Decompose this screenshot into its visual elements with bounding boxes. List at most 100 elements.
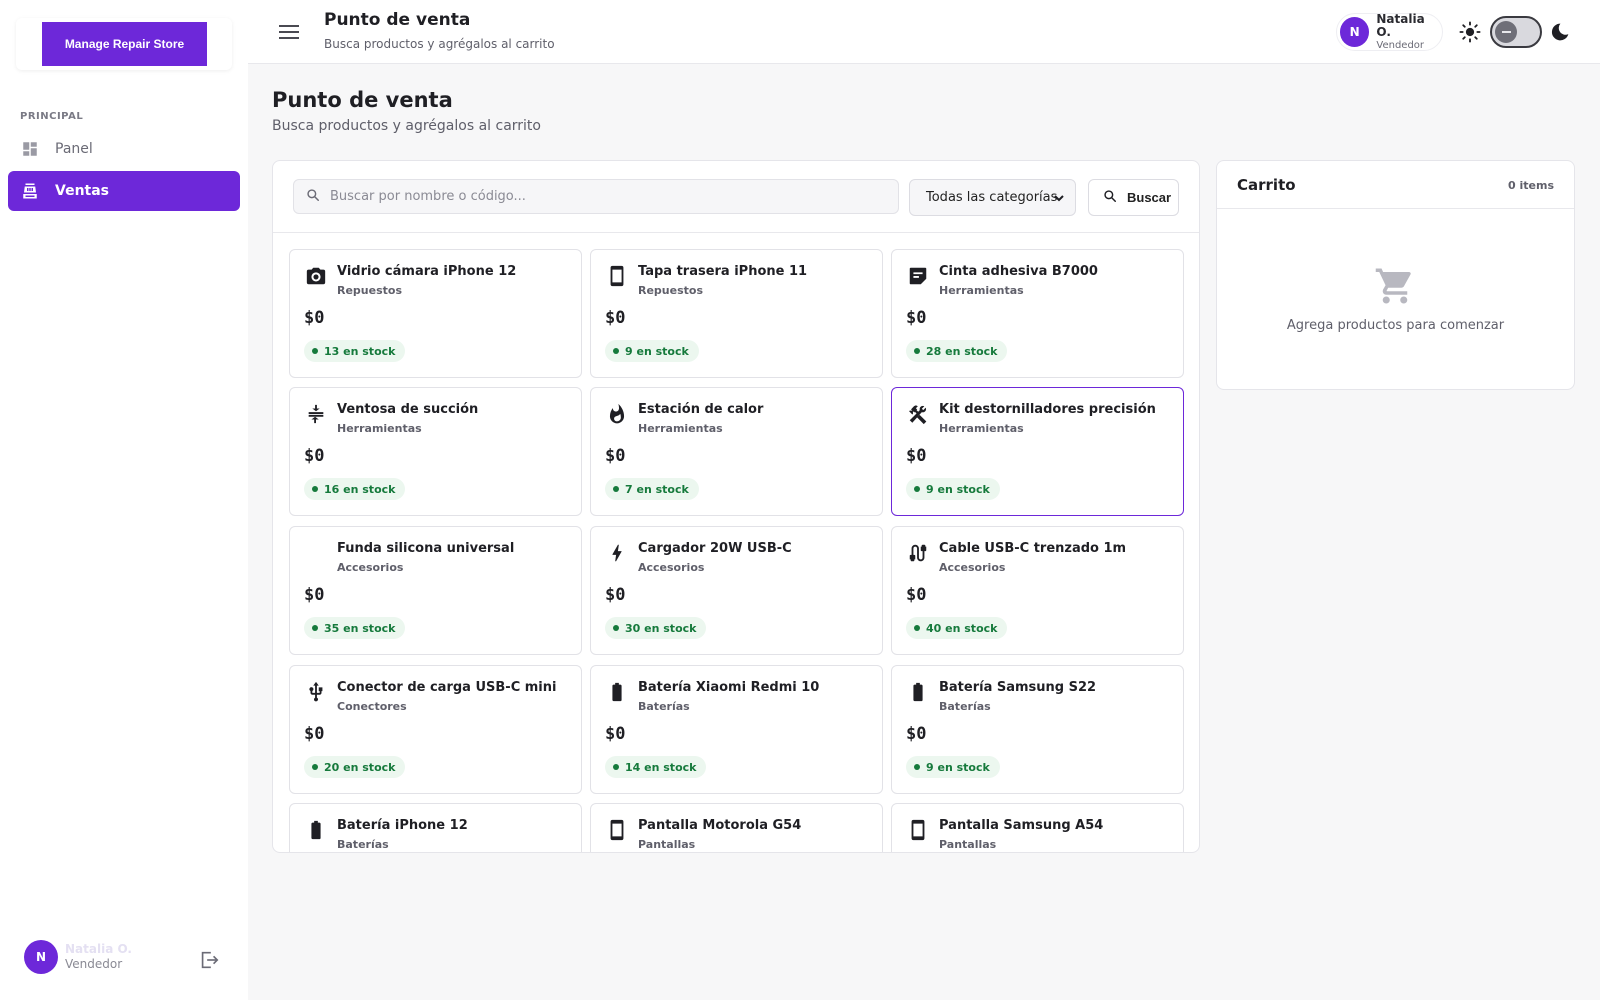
search-button[interactable]: Buscar bbox=[1088, 179, 1179, 216]
product-category: Accesorios bbox=[337, 561, 404, 574]
product-name: Estación de calor bbox=[638, 402, 764, 417]
product-card[interactable]: Cargador 20W USB-C Accesorios $0 30 en s… bbox=[590, 526, 883, 655]
stock-badge: 7 en stock bbox=[605, 478, 699, 500]
battery-icon bbox=[906, 680, 930, 704]
top-header: Punto de venta Busca productos y agrégal… bbox=[248, 0, 1600, 64]
product-price: $0 bbox=[906, 585, 927, 605]
cart-title: Carrito bbox=[1237, 176, 1296, 194]
product-category: Accesorios bbox=[939, 561, 1006, 574]
header-subtitle: Busca productos y agrégalos al carrito bbox=[324, 37, 555, 51]
user-name: Natalia O. bbox=[1376, 11, 1425, 39]
search-row: Todas las categorías Buscar bbox=[273, 161, 1199, 233]
usb-icon bbox=[304, 680, 328, 704]
stock-text: 14 en stock bbox=[625, 760, 697, 774]
stock-badge: 16 en stock bbox=[304, 478, 406, 500]
stock-badge: 40 en stock bbox=[906, 617, 1008, 639]
product-price: $0 bbox=[605, 585, 626, 605]
product-category: Herramientas bbox=[638, 422, 723, 435]
stock-text: 7 en stock bbox=[625, 482, 689, 496]
product-category: Baterías bbox=[939, 700, 991, 713]
register-icon bbox=[21, 182, 39, 200]
products-panel: Todas las categorías Buscar Vidrio cámar… bbox=[272, 160, 1200, 853]
product-card[interactable]: Pantalla Motorola G54 Pantallas bbox=[590, 803, 883, 852]
stock-text: 9 en stock bbox=[926, 760, 990, 774]
product-category: Baterías bbox=[337, 838, 389, 851]
stock-badge: 30 en stock bbox=[605, 617, 707, 639]
product-card[interactable]: Batería Samsung S22 Baterías $0 9 en sto… bbox=[891, 665, 1184, 794]
sidebar-item-ventas[interactable]: Ventas bbox=[8, 171, 240, 211]
brand-button[interactable]: Manage Repair Store bbox=[42, 22, 207, 66]
search-box[interactable] bbox=[293, 179, 899, 214]
logout-icon[interactable] bbox=[198, 949, 220, 971]
product-card[interactable]: Tapa trasera iPhone 11 Repuestos $0 9 en… bbox=[590, 249, 883, 378]
search-input[interactable] bbox=[330, 189, 890, 204]
stock-text: 13 en stock bbox=[324, 344, 396, 358]
product-category: Repuestos bbox=[638, 284, 704, 297]
sidebar-item-label: Ventas bbox=[55, 183, 110, 199]
menu-icon[interactable] bbox=[278, 22, 300, 42]
product-category: Accesorios bbox=[638, 561, 705, 574]
user-role: Vendedor bbox=[1376, 39, 1425, 51]
product-category: Herramientas bbox=[337, 422, 422, 435]
stock-text: 9 en stock bbox=[625, 344, 689, 358]
compress-icon bbox=[304, 402, 328, 426]
stock-text: 28 en stock bbox=[926, 344, 998, 358]
product-price: $0 bbox=[304, 585, 325, 605]
stock-text: 20 en stock bbox=[324, 760, 396, 774]
avatar: N bbox=[24, 940, 58, 974]
product-card[interactable]: Batería iPhone 12 Baterías bbox=[289, 803, 582, 852]
stock-badge: 9 en stock bbox=[906, 478, 1000, 500]
product-name: Cargador 20W USB-C bbox=[638, 541, 792, 556]
product-card[interactable]: Vidrio cámara iPhone 12 Repuestos $0 13 … bbox=[289, 249, 582, 378]
product-category: Herramientas bbox=[939, 422, 1024, 435]
product-card[interactable]: Ventosa de succión Herramientas $0 16 en… bbox=[289, 387, 582, 516]
product-card[interactable]: Batería Xiaomi Redmi 10 Baterías $0 14 e… bbox=[590, 665, 883, 794]
product-card-selected[interactable]: Kit destornilladores precisión Herramien… bbox=[891, 387, 1184, 516]
sidebar: Manage Repair Store PRINCIPAL Panel Vent… bbox=[0, 0, 248, 1000]
product-name: Batería Samsung S22 bbox=[939, 680, 1097, 695]
avatar: N bbox=[1340, 17, 1370, 47]
stock-badge: 13 en stock bbox=[304, 340, 406, 362]
bolt-icon bbox=[605, 541, 629, 565]
cart-empty-message: Agrega productos para comenzar bbox=[1286, 318, 1505, 333]
cart-count: 0 items bbox=[1508, 179, 1554, 192]
stock-badge: 35 en stock bbox=[304, 617, 406, 639]
stock-text: 40 en stock bbox=[926, 621, 998, 635]
product-card[interactable]: Pantalla Samsung A54 Pantallas bbox=[891, 803, 1184, 852]
sidebar-user: N Natalia O. Vendedor bbox=[24, 940, 132, 974]
camera-icon bbox=[304, 264, 328, 288]
chevron-down-icon bbox=[1053, 192, 1065, 208]
product-name: Cinta adhesiva B7000 bbox=[939, 264, 1098, 279]
user-chip[interactable]: N Natalia O. Vendedor bbox=[1336, 11, 1443, 51]
shopping-cart-icon bbox=[1374, 265, 1416, 307]
theme-toggle[interactable] bbox=[1490, 16, 1542, 48]
product-card[interactable]: Conector de carga USB-C mini Conectores … bbox=[289, 665, 582, 794]
sidebar-item-label: Panel bbox=[55, 141, 93, 157]
cart-header: Carrito 0 items bbox=[1217, 161, 1574, 209]
product-category: Pantallas bbox=[939, 838, 997, 851]
product-name: Tapa trasera iPhone 11 bbox=[638, 264, 808, 279]
product-card[interactable]: Cinta adhesiva B7000 Herramientas $0 28 … bbox=[891, 249, 1184, 378]
product-category: Conectores bbox=[337, 700, 407, 713]
product-card[interactable]: Funda silicona universal Accesorios $0 3… bbox=[289, 526, 582, 655]
user-role: Vendedor bbox=[65, 957, 123, 971]
search-button-label: Buscar bbox=[1127, 190, 1172, 205]
header-title: Punto de venta bbox=[324, 10, 471, 30]
product-price: $0 bbox=[605, 446, 626, 466]
stock-text: 30 en stock bbox=[625, 621, 697, 635]
battery-icon bbox=[304, 818, 328, 842]
product-price: $0 bbox=[304, 724, 325, 744]
sidebar-item-panel[interactable]: Panel bbox=[8, 129, 240, 169]
product-price: $0 bbox=[304, 308, 325, 328]
category-select[interactable]: Todas las categorías bbox=[909, 179, 1076, 216]
product-category: Baterías bbox=[638, 700, 690, 713]
user-name: Natalia O. bbox=[65, 942, 132, 956]
sticky-note-icon bbox=[906, 264, 930, 288]
category-select-value: Todas las categorías bbox=[926, 190, 1058, 205]
product-card[interactable]: Estación de calor Herramientas $0 7 en s… bbox=[590, 387, 883, 516]
product-category: Herramientas bbox=[939, 284, 1024, 297]
search-icon bbox=[306, 187, 320, 206]
product-name: Kit destornilladores precisión bbox=[939, 402, 1156, 417]
stock-text: 9 en stock bbox=[926, 482, 990, 496]
product-card[interactable]: Cable USB-C trenzado 1m Accesorios $0 40… bbox=[891, 526, 1184, 655]
